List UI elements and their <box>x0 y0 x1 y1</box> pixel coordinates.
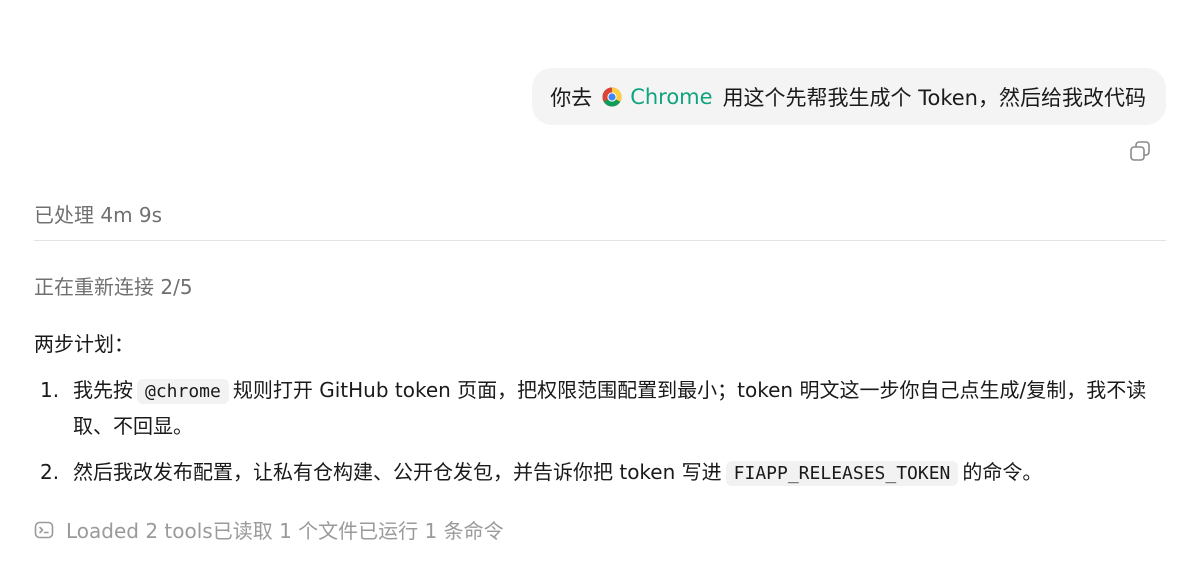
list-item-number: 2. <box>40 460 60 484</box>
list-item-text: 我先按 @chrome 规则打开 GitHub token 页面，把权限范围配置到最… <box>73 373 1174 443</box>
list-item-text-after: 规则打开 GitHub token 页面，把权限范围配置到最小；token 明文… <box>73 378 1147 438</box>
plan-title: 两步计划： <box>34 332 134 356</box>
list-item: 1. 我先按 @chrome 规则打开 GitHub token 页面，把权限范围配… <box>34 373 1174 443</box>
copy-icon[interactable] <box>1129 140 1151 162</box>
chat-view: 你去 Chrome 用这个先帮我生成个 Token，然后给我改代码 已处理 4m… <box>0 0 1200 562</box>
user-message-prefix: 你去 <box>550 85 593 110</box>
inline-code: @chrome <box>137 379 229 404</box>
divider <box>34 240 1166 241</box>
tools-summary[interactable]: Loaded 2 tools已读取 1 个文件已运行 1 条命令 <box>34 515 504 544</box>
list-item-text-before: 然后我改发布配置，让私有仓构建、公开仓发包，并告诉你把 token 写进 <box>73 460 722 484</box>
chrome-mention-chip[interactable]: Chrome <box>602 84 713 109</box>
list-item-text: 然后我改发布配置，让私有仓构建、公开仓发包，并告诉你把 token 写进 FIAP… <box>73 455 1174 491</box>
user-message-bubble: 你去 Chrome 用这个先帮我生成个 Token，然后给我改代码 <box>532 68 1166 125</box>
inline-code: FIAPP_RELEASES_TOKEN <box>725 461 959 486</box>
list-item-text-after: 的命令。 <box>962 460 1043 484</box>
user-message-suffix: 用这个先帮我生成个 Token，然后给我改代码 <box>722 85 1146 110</box>
list-item: 2. 然后我改发布配置，让私有仓构建、公开仓发包，并告诉你把 token 写进 F… <box>34 455 1174 491</box>
reconnect-status: 正在重新连接 2/5 <box>34 275 193 299</box>
chrome-icon <box>602 87 622 106</box>
processed-status[interactable]: 已处理 4m 9s <box>34 199 162 228</box>
plan-list: 1. 我先按 @chrome 规则打开 GitHub token 页面，把权限范围配… <box>34 373 1174 503</box>
list-item-number: 1. <box>40 378 60 402</box>
terminal-icon <box>34 521 54 538</box>
tools-summary-text: Loaded 2 tools已读取 1 个文件已运行 1 条命令 <box>66 519 504 543</box>
chrome-mention-label: Chrome <box>630 84 713 109</box>
list-item-text-before: 我先按 <box>73 378 133 402</box>
